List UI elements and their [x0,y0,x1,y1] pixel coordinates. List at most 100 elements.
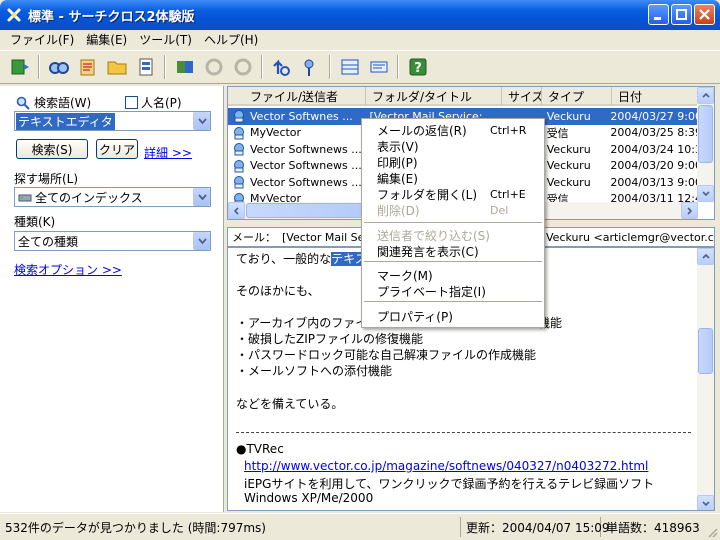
context-menu-item[interactable]: 関連発言を表示(C) [362,243,544,259]
export-icon [176,61,193,73]
filter-off-icon [234,58,251,76]
filter-off-button[interactable] [229,53,256,81]
context-menu-label: メールの返信(R) [377,123,467,138]
keyword-label: 検索語(W) [34,96,92,110]
body-scroll-down-button[interactable] [697,495,714,510]
menu-tools[interactable]: ツール(T) [133,31,198,48]
context-menu-shortcut: Del [490,203,509,217]
keyword-input[interactable]: テキストエディタ [16,112,115,130]
chevron-down-icon [197,194,207,200]
location-combobox[interactable]: 全てのインデックス [14,187,211,207]
context-menu-item[interactable]: プロパティ(P) [362,308,544,324]
filter-button[interactable] [200,53,227,81]
column-sender[interactable]: ファイル/送信者 [228,87,366,106]
view-detail-icon [370,61,387,73]
body-vertical-scrollbar[interactable] [697,248,714,510]
scroll-right-button[interactable] [681,202,698,219]
mail-icon [234,126,244,140]
column-title[interactable]: フォルダ/タイトル [366,87,502,106]
keyword-label-row: 検索語(W) [16,94,91,111]
context-menu-shortcut: Ctrl+E [490,187,526,201]
context-menu-separator [364,301,542,302]
help-button[interactable]: ? [404,53,431,81]
context-menu-item[interactable]: プライベート指定(I) [362,283,544,299]
body-bullet: ・破損したZIPファイルの修復機能 [236,332,423,346]
person-checkbox[interactable] [125,96,138,109]
context-menu-label: 表示(V) [377,139,419,154]
list-vertical-scrollbar[interactable] [697,87,714,202]
find-button[interactable] [45,53,72,81]
chevron-right-icon [687,206,692,215]
keyword-dropdown-button[interactable] [193,112,210,130]
body-line: ており、一般的なテキスト [236,250,379,267]
list-horizontal-thumb[interactable] [246,203,366,218]
status-word-count: 単語数：418963 [606,520,700,535]
folder-open-button[interactable] [103,53,130,81]
index-button[interactable] [74,53,101,81]
row-type: Veckuru [546,109,591,123]
context-menu-label: 削除(D) [377,203,420,218]
minimize-button[interactable] [648,4,669,25]
export-button[interactable] [171,53,198,81]
type-combobox[interactable]: 全ての種類 [14,231,211,251]
context-menu-item[interactable]: フォルダを開く(L) Ctrl+E [362,186,544,202]
refresh-button[interactable] [6,53,33,81]
body-vertical-thumb[interactable] [698,328,713,374]
column-size[interactable]: サイズ [502,87,542,106]
context-menu-label: 印刷(P) [377,155,418,170]
mail-header-from: Veckuru <articlemgr@vector.co.jp [546,230,714,244]
up-button[interactable] [268,53,295,81]
type-label: 種類(K) [14,215,56,229]
section-title: ●TVRec [236,442,284,456]
context-menu-item[interactable]: メールの返信(R) Ctrl+R [362,122,544,138]
scroll-left-button[interactable] [228,202,245,219]
view-detail-button[interactable] [365,53,392,81]
context-menu-separator [364,222,542,223]
body-line: そのほかにも、 [236,284,320,298]
menu-help[interactable]: ヘルプ(H) [198,31,264,48]
context-menu-item[interactable]: 表示(V) [362,138,544,154]
chevron-up-icon [701,254,710,259]
menu-file[interactable]: ファイル(F) [4,31,80,48]
view-pane-button[interactable] [336,53,363,81]
body-scroll-up-button[interactable] [697,248,714,265]
title-bar[interactable]: 標準 - サーチクロス2体験版 [0,0,720,30]
search-button[interactable]: 検索(S) [16,139,88,159]
context-menu-item: 削除(D) Del [362,202,544,218]
keyword-combobox[interactable]: テキストエディタ [14,111,211,131]
pin-icon [304,59,313,76]
search-options-link[interactable]: 検索オプション >> [14,261,122,278]
body-text: ・アーカイブ内のファイル [236,316,380,330]
context-menu-item[interactable]: 編集(E) [362,170,544,186]
properties-button[interactable] [132,53,159,81]
mail-icon [234,143,244,156]
body-line: などを備えている。 [236,397,344,411]
scroll-up-button[interactable] [697,87,714,104]
detail-link[interactable]: 詳細 >> [144,144,192,161]
column-date[interactable]: 日付 [612,87,698,106]
chevron-up-icon [701,93,710,98]
section-link[interactable]: http://www.vector.co.jp/magazine/softnew… [244,459,648,473]
scroll-down-button[interactable] [697,185,714,202]
list-header: ファイル/送信者 フォルダ/タイトル サイズ タイプ 日付 [228,87,698,106]
mail-header-label: メール： [232,231,276,244]
refresh-icon [11,59,29,75]
menu-edit[interactable]: 編集(E) [80,31,133,48]
mail-icon [234,159,244,173]
context-menu-item[interactable]: マーク(M) [362,267,544,283]
context-menu: メールの返信(R) Ctrl+R 表示(V) 印刷(P) 編集(E) フォルダを開く(L)… [361,118,545,328]
context-menu-item[interactable]: 印刷(P) [362,154,544,170]
pin-button[interactable] [297,53,324,81]
resize-grip-icon[interactable] [706,526,718,538]
up-icon [272,59,290,76]
location-dropdown-button[interactable] [193,188,210,206]
person-checkbox-row[interactable]: 人名(P) [125,94,182,111]
type-dropdown-button[interactable] [193,232,210,250]
row-type: Veckuru [546,159,591,173]
maximize-button[interactable] [671,4,692,25]
column-type[interactable]: タイプ [542,87,612,106]
view-pane-icon [341,59,358,75]
close-button[interactable] [694,4,715,25]
clear-button[interactable]: クリア [96,139,138,159]
list-vertical-thumb[interactable] [698,105,713,163]
